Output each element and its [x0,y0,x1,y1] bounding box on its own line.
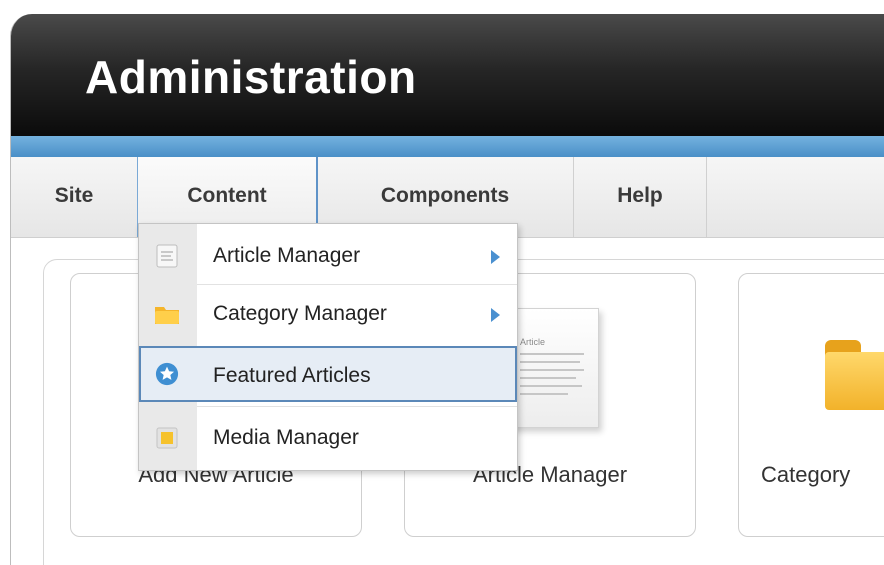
header-bar: Administration [11,14,884,136]
menu-item-label: Media Manager [213,426,359,449]
doc-line [520,353,584,355]
menu-separator [197,284,517,285]
folder-icon [155,307,179,324]
doc-heading: Article [520,337,546,347]
tile-label: Category [761,462,851,487]
doc-line [520,393,568,395]
submenu-arrow-icon [491,250,500,264]
menu-help[interactable]: Help [574,157,707,237]
doc-line [520,385,582,387]
menu-item-label: Article Manager [213,244,361,267]
tile-category-manager[interactable]: Category [738,273,884,537]
content-dropdown-menu: Article Manager Category Manager Feature… [138,223,518,471]
doc-line [520,361,580,363]
menu-separator [197,406,517,407]
submenu-arrow-icon [491,308,500,322]
page-title: Administration [85,51,417,103]
menu-item-category-manager[interactable]: Category Manager [139,286,517,342]
doc-line [520,377,576,379]
star-icon [155,362,179,386]
article-document-icon: Article [505,308,599,428]
menu-item-label: Category Manager [213,302,387,325]
menu-item-label: Featured Articles [213,364,371,387]
article-icon [156,244,178,268]
accent-bar [11,136,884,157]
menu-item-featured-articles[interactable]: Featured Articles [139,346,517,402]
media-icon [156,427,178,449]
menu-item-article-manager[interactable]: Article Manager [139,228,517,284]
menu-item-media-manager[interactable]: Media Manager [139,410,517,466]
menu-site[interactable]: Site [11,157,138,237]
folder-icon [825,340,884,410]
doc-line [520,369,584,371]
